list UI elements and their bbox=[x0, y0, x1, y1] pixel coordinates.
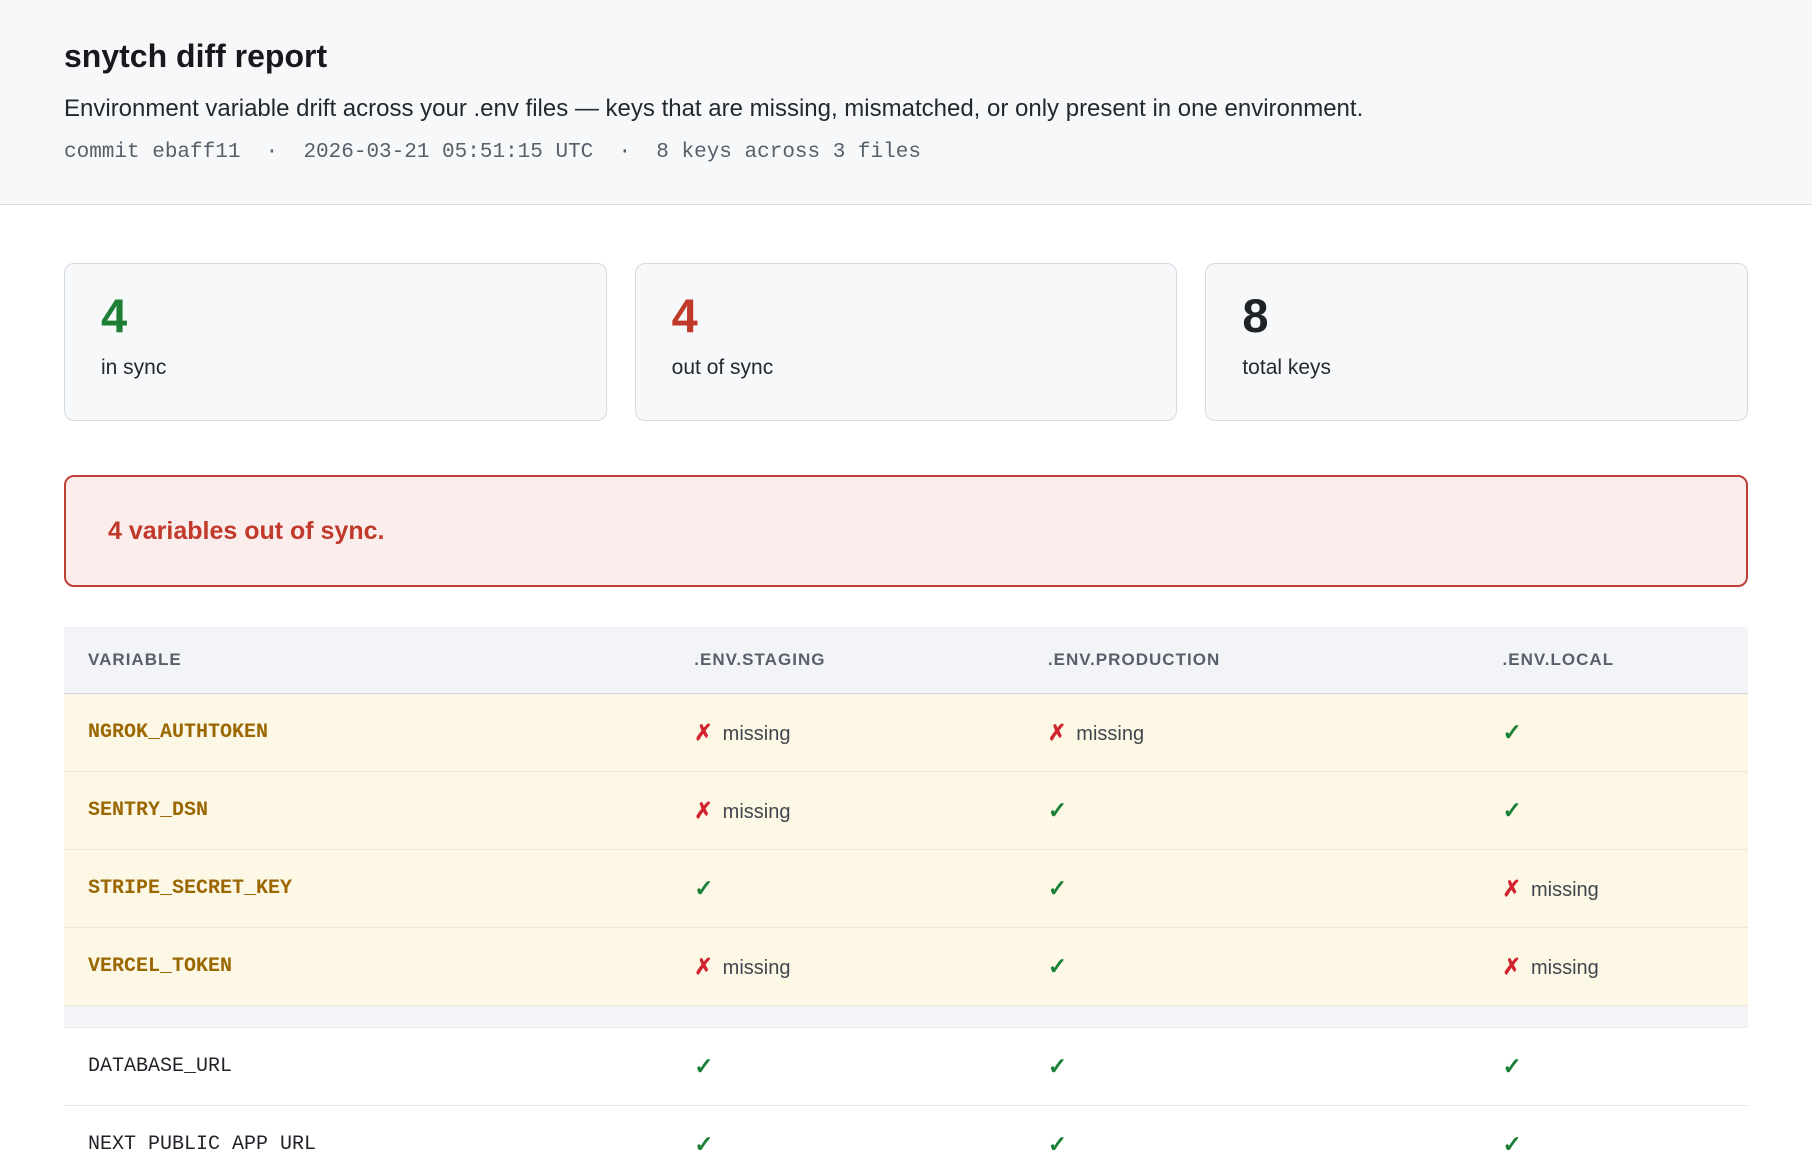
status-cell: ✗ missing bbox=[1479, 850, 1748, 928]
status-cell: ✗ missing bbox=[670, 928, 1024, 1006]
table-spacer-cell bbox=[64, 1006, 1748, 1028]
missing-label: missing bbox=[1076, 723, 1144, 745]
check-icon: ✓ bbox=[1048, 1053, 1067, 1079]
status-cell: ✗ missing bbox=[1024, 694, 1479, 772]
table-spacer-row bbox=[64, 1006, 1748, 1028]
column-header-env-local: .ENV.LOCAL bbox=[1479, 627, 1748, 694]
status-cell: ✗ missing bbox=[1479, 928, 1748, 1006]
status-cell: ✓ bbox=[670, 1028, 1024, 1106]
check-icon: ✓ bbox=[1503, 1131, 1522, 1150]
status-cell: ✓ bbox=[670, 850, 1024, 928]
check-icon: ✓ bbox=[1048, 953, 1067, 979]
status-cell: ✓ bbox=[1479, 694, 1748, 772]
check-icon: ✓ bbox=[1503, 1053, 1522, 1079]
stat-card-in-sync: 4 in sync bbox=[64, 263, 607, 421]
variable-name: NGROK_AUTHTOKEN bbox=[64, 694, 670, 772]
status-cell: ✗ missing bbox=[670, 694, 1024, 772]
variable-name: VERCEL_TOKEN bbox=[64, 928, 670, 1006]
stat-card-out-of-sync: 4 out of sync bbox=[635, 263, 1178, 421]
out-of-sync-count: 4 bbox=[672, 290, 1141, 342]
table-row: SENTRY_DSN ✗ missing ✓ ✓ bbox=[64, 772, 1748, 850]
variable-name: SENTRY_DSN bbox=[64, 772, 670, 850]
commit-meta: commit ebaff11 · 2026-03-21 05:51:15 UTC… bbox=[64, 141, 1748, 164]
check-icon: ✓ bbox=[1048, 875, 1067, 901]
missing-label: missing bbox=[723, 957, 791, 979]
table-row: NGROK_AUTHTOKEN ✗ missing ✗ missing ✓ bbox=[64, 694, 1748, 772]
total-keys-label: total keys bbox=[1242, 356, 1711, 380]
cross-icon: ✗ bbox=[694, 720, 712, 745]
total-keys-count: 8 bbox=[1242, 290, 1711, 342]
missing-label: missing bbox=[1531, 879, 1599, 901]
cross-icon: ✗ bbox=[1048, 720, 1066, 745]
stats-row: 4 in sync 4 out of sync 8 total keys bbox=[64, 263, 1748, 421]
column-header-variable: VARIABLE bbox=[64, 627, 670, 694]
alert-message: 4 variables out of sync. bbox=[108, 517, 385, 546]
table-header: VARIABLE.ENV.STAGING.ENV.PRODUCTION.ENV.… bbox=[64, 627, 1748, 694]
cross-icon: ✗ bbox=[1503, 876, 1521, 901]
stat-card-total-keys: 8 total keys bbox=[1205, 263, 1748, 421]
missing-label: missing bbox=[1531, 957, 1599, 979]
check-icon: ✓ bbox=[694, 875, 713, 901]
missing-label: missing bbox=[723, 723, 791, 745]
check-icon: ✓ bbox=[1048, 797, 1067, 823]
missing-label: missing bbox=[723, 801, 791, 823]
in-sync-label: in sync bbox=[101, 356, 570, 380]
status-cell: ✓ bbox=[1479, 772, 1748, 850]
variable-name: NEXT_PUBLIC_APP_URL bbox=[64, 1106, 670, 1150]
report-header: snytch diff report Environment variable … bbox=[0, 0, 1812, 205]
status-cell: ✓ bbox=[1024, 1028, 1479, 1106]
check-icon: ✓ bbox=[694, 1053, 713, 1079]
status-cell: ✓ bbox=[670, 1106, 1024, 1150]
page-subtitle: Environment variable drift across your .… bbox=[64, 95, 1748, 123]
status-cell: ✓ bbox=[1024, 928, 1479, 1006]
cross-icon: ✗ bbox=[694, 798, 712, 823]
table-row: DATABASE_URL ✓ ✓ ✓ bbox=[64, 1028, 1748, 1106]
check-icon: ✓ bbox=[1503, 719, 1522, 745]
env-diff-table: VARIABLE.ENV.STAGING.ENV.PRODUCTION.ENV.… bbox=[64, 627, 1748, 1150]
status-cell: ✓ bbox=[1024, 1106, 1479, 1150]
variable-name: STRIPE_SECRET_KEY bbox=[64, 850, 670, 928]
check-icon: ✓ bbox=[694, 1131, 713, 1150]
table-row: STRIPE_SECRET_KEY ✓ ✓ ✗ missing bbox=[64, 850, 1748, 928]
check-icon: ✓ bbox=[1048, 1131, 1067, 1150]
check-icon: ✓ bbox=[1503, 797, 1522, 823]
out-of-sync-alert: 4 variables out of sync. bbox=[64, 475, 1748, 587]
page-title: snytch diff report bbox=[64, 38, 1748, 75]
table-row: VERCEL_TOKEN ✗ missing ✓ ✗ missing bbox=[64, 928, 1748, 1006]
cross-icon: ✗ bbox=[694, 954, 712, 979]
table-header-row: VARIABLE.ENV.STAGING.ENV.PRODUCTION.ENV.… bbox=[64, 627, 1748, 694]
variable-name: DATABASE_URL bbox=[64, 1028, 670, 1106]
status-cell: ✓ bbox=[1024, 850, 1479, 928]
status-cell: ✓ bbox=[1024, 772, 1479, 850]
status-cell: ✓ bbox=[1479, 1028, 1748, 1106]
column-header-env-staging: .ENV.STAGING bbox=[670, 627, 1024, 694]
in-sync-count: 4 bbox=[101, 290, 570, 342]
cross-icon: ✗ bbox=[1503, 954, 1521, 979]
env-table-body: NGROK_AUTHTOKEN✗missing✗missing✓SENTRY_D… bbox=[64, 694, 1748, 1150]
column-header-env-production: .ENV.PRODUCTION bbox=[1024, 627, 1479, 694]
status-cell: ✗ missing bbox=[670, 772, 1024, 850]
status-cell: ✓ bbox=[1479, 1106, 1748, 1150]
report-body: 4 in sync 4 out of sync 8 total keys 4 v… bbox=[0, 263, 1812, 1150]
out-of-sync-label: out of sync bbox=[672, 356, 1141, 380]
table-row: NEXT_PUBLIC_APP_URL ✓ ✓ ✓ bbox=[64, 1106, 1748, 1150]
